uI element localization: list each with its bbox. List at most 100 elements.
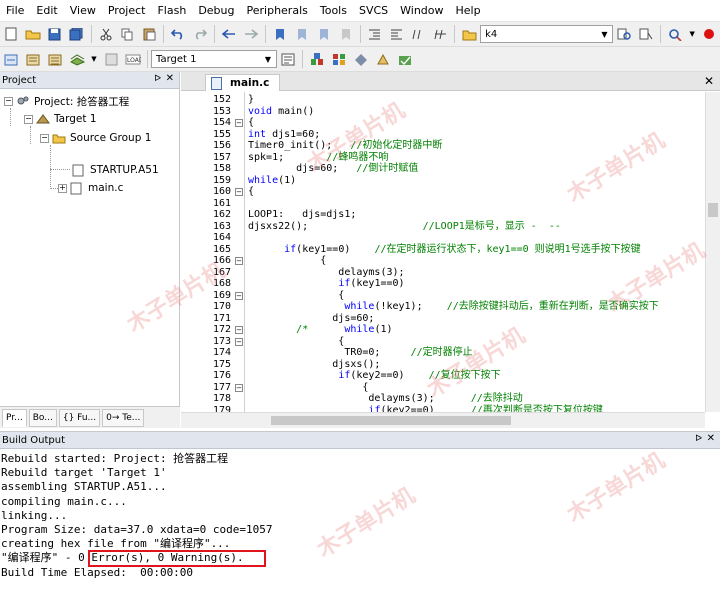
pack-installer-icon[interactable] (330, 50, 348, 68)
collapse-icon[interactable]: − (24, 114, 33, 124)
target-select[interactable]: Target 1 ▼ (151, 50, 277, 68)
code-line[interactable]: Timer0_init(); //初始化定时器中断 (248, 140, 442, 152)
menu-debug[interactable]: Debug (192, 0, 240, 22)
incremental-find-icon[interactable] (615, 25, 633, 43)
code-line[interactable]: /* while(1) (248, 324, 392, 336)
code-line[interactable]: LOOP1: djs=djs1; (248, 209, 356, 221)
chevron-down-icon[interactable]: ▼ (688, 25, 696, 43)
tab-main-c[interactable]: main.c (205, 74, 281, 91)
code-line[interactable]: delayms(3); (248, 267, 404, 279)
rebuild-icon[interactable] (46, 50, 64, 68)
pin-icon[interactable]: ᐅ (154, 74, 161, 84)
chevron-down-icon[interactable]: ▼ (90, 50, 98, 68)
code-line[interactable]: if(key1==0) (248, 278, 404, 290)
vertical-scrollbar[interactable] (705, 92, 720, 412)
find-combo[interactable]: k4 ▼ (480, 25, 614, 43)
manage-components-icon[interactable] (308, 50, 326, 68)
scrollbar-thumb[interactable] (708, 203, 718, 217)
fold-toggle-icon[interactable]: − (235, 337, 243, 346)
pin-icon[interactable]: ᐅ (695, 434, 702, 444)
save-icon[interactable] (46, 25, 64, 43)
target-options-icon[interactable] (279, 50, 297, 68)
rte-icon[interactable] (396, 50, 414, 68)
code-line[interactable]: while(1) (248, 175, 296, 187)
chevron-down-icon[interactable]: ▼ (598, 28, 610, 40)
navigate-forward-icon[interactable] (242, 25, 260, 43)
menu-peripherals[interactable]: Peripherals (241, 0, 314, 22)
code-line[interactable]: spk=1; //蜂鸣器不响 (248, 152, 388, 164)
tree-file-startup[interactable]: STARTUP.A51 (72, 161, 159, 179)
build-icon[interactable] (24, 50, 42, 68)
fold-toggle-icon[interactable]: − (235, 326, 243, 334)
unindent-icon[interactable] (388, 25, 406, 43)
close-icon[interactable]: ✕ (707, 433, 715, 444)
find-in-files-icon[interactable] (460, 25, 478, 43)
menu-svcs[interactable]: SVCS (353, 0, 394, 22)
menu-flash[interactable]: Flash (151, 0, 192, 22)
close-icon[interactable]: ✕ (166, 73, 174, 84)
fold-toggle-icon[interactable]: − (235, 383, 243, 392)
find-icon[interactable] (637, 25, 655, 43)
collapse-icon[interactable]: − (40, 133, 49, 143)
uncomment-icon[interactable] (431, 25, 449, 43)
paste-icon[interactable] (140, 25, 158, 43)
menu-help[interactable]: Help (450, 0, 487, 22)
bookmark-prev-icon[interactable] (293, 25, 311, 43)
code-line[interactable]: TR0=0; //定时器停止 (248, 347, 472, 359)
stop-build-icon[interactable] (102, 50, 120, 68)
scrollbar-thumb[interactable] (271, 416, 511, 425)
download-icon[interactable]: LOAD (124, 50, 142, 68)
tree-source-group[interactable]: − Source Group 1 (40, 129, 151, 147)
code-line[interactable]: djsxs(); (248, 359, 380, 371)
new-file-icon[interactable] (2, 25, 20, 43)
menu-tools[interactable]: Tools (314, 0, 353, 22)
tree-project-root[interactable]: − Project: 抢答器工程 (4, 92, 129, 110)
bookmark-next-icon[interactable] (315, 25, 333, 43)
comment-icon[interactable] (409, 25, 427, 43)
breakpoint-icon[interactable] (700, 25, 718, 43)
code-line[interactable]: delayms(3); //去除抖动 (248, 393, 522, 405)
code-line[interactable]: if(key2==0) //复位按下按下 (248, 370, 500, 382)
code-line[interactable]: int djs1=60; (248, 129, 320, 141)
redo-icon[interactable] (191, 25, 209, 43)
tab-project[interactable]: Pr... (2, 408, 27, 427)
chevron-down-icon[interactable]: ▼ (262, 53, 274, 65)
code-line[interactable]: { (248, 382, 368, 394)
batch-build-icon[interactable] (68, 50, 86, 68)
close-icon[interactable]: ✕ (704, 74, 714, 88)
code-line[interactable]: } (248, 94, 254, 106)
horizontal-scrollbar[interactable] (181, 412, 705, 428)
code-line[interactable]: { (248, 336, 344, 348)
indent-icon[interactable] (366, 25, 384, 43)
fold-toggle-icon[interactable]: − (235, 257, 243, 265)
menu-view[interactable]: View (64, 0, 102, 22)
tree-file-main[interactable]: + main.c (58, 179, 123, 197)
select-packs-icon[interactable] (352, 50, 370, 68)
copy-icon[interactable] (119, 25, 137, 43)
code-area[interactable]: 152} 153 void main() 154−{155 int djs1=60; 15… (181, 92, 705, 412)
code-line[interactable]: { (248, 186, 254, 198)
code-line[interactable]: { (248, 290, 344, 302)
bookmark-clear-icon[interactable] (337, 25, 355, 43)
tab-books[interactable]: Bo... (28, 408, 57, 427)
code-line[interactable]: djs=60; (248, 313, 374, 325)
code-line[interactable]: if(key2==0) //再次判断是否按下复位按键 (248, 405, 602, 413)
code-line[interactable]: while(!key1); //去除按键抖动后，重新在判断，是否确实按下 (248, 301, 658, 313)
environment-icon[interactable] (374, 50, 392, 68)
tree-target[interactable]: − Target 1 (24, 110, 97, 128)
code-line[interactable]: djs=60; //倒计时赋值 (248, 163, 418, 175)
cut-icon[interactable] (97, 25, 115, 43)
code-line[interactable]: { (248, 255, 326, 267)
code-line[interactable]: djsxs22(); //LOOP1是标号，显示 - -- (248, 221, 561, 233)
undo-icon[interactable] (169, 25, 187, 43)
translate-icon[interactable] (2, 50, 20, 68)
menu-project[interactable]: Project (102, 0, 152, 22)
code-line[interactable]: void main() (248, 106, 314, 118)
fold-toggle-icon[interactable]: − (235, 188, 243, 196)
menu-window[interactable]: Window (394, 0, 449, 22)
debug-session-icon[interactable] (666, 25, 684, 43)
tab-templates[interactable]: 0→ Te... (102, 408, 145, 427)
menu-edit[interactable]: Edit (30, 0, 63, 22)
navigate-back-icon[interactable] (220, 25, 238, 43)
collapse-icon[interactable]: − (4, 96, 13, 106)
